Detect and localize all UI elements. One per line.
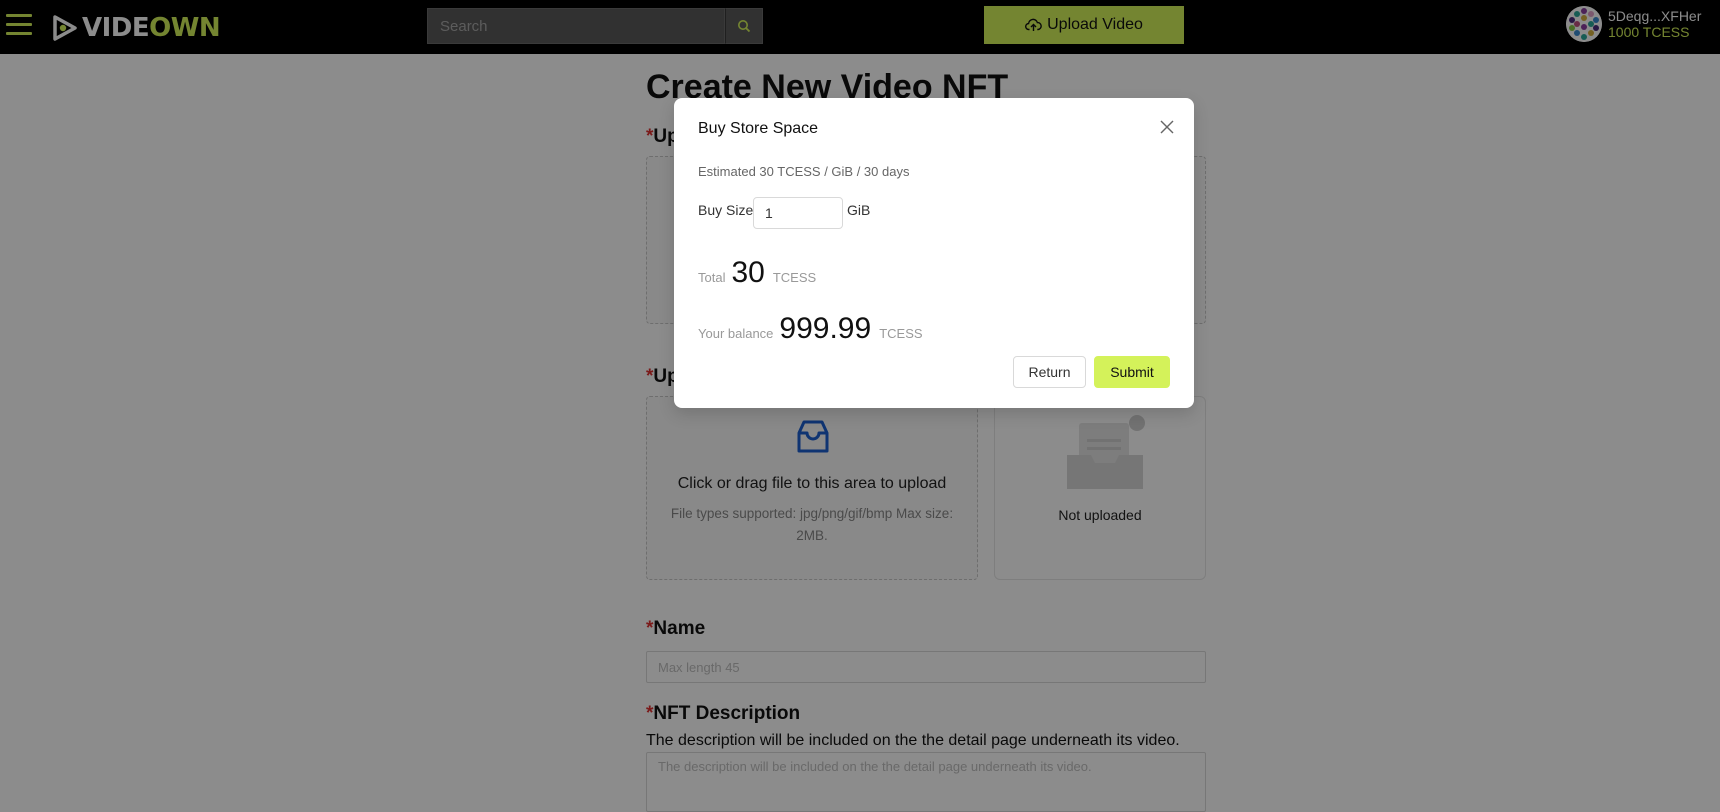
buy-size-input[interactable] [753,197,843,229]
total-row: Total 30 TCESS [698,256,816,290]
price-estimate: Estimated 30 TCESS / GiB / 30 days [698,164,910,179]
buy-store-space-modal: Buy Store Space Estimated 30 TCESS / GiB… [674,98,1194,408]
close-icon[interactable] [1158,118,1176,136]
balance-label: Your balance [698,326,774,341]
return-button[interactable]: Return [1013,356,1086,388]
submit-button[interactable]: Submit [1094,356,1170,388]
total-label: Total [698,270,726,285]
modal-title: Buy Store Space [698,120,819,137]
balance-value: 999.99 [779,312,872,345]
balance-row: Your balance 999.99 TCESS [698,312,923,346]
buy-size-unit: GiB [847,202,871,218]
total-unit: TCESS [772,270,817,285]
buy-size-label: Buy Size [698,202,754,218]
total-value: 30 [731,256,765,289]
balance-unit: TCESS [879,326,923,341]
